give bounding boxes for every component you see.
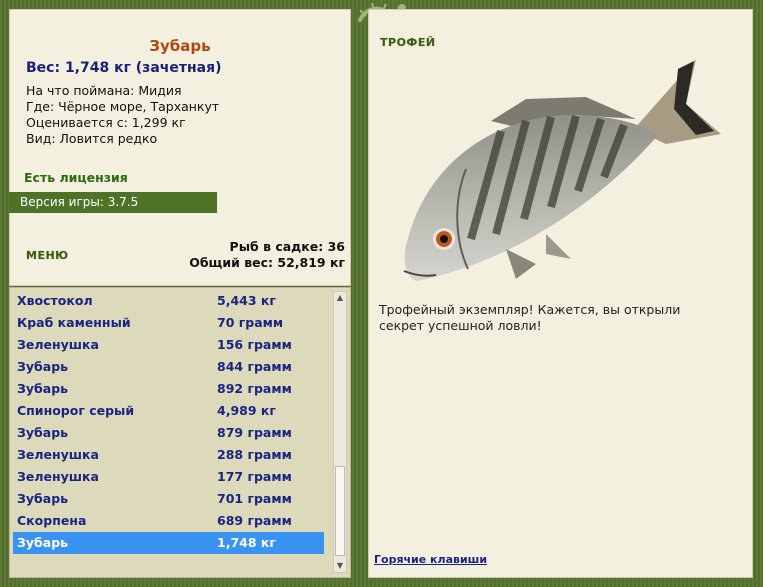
list-scrollbar[interactable]: ▲ ▼ (333, 291, 347, 573)
catch-row[interactable]: Зубарь 892 грамм (13, 378, 324, 400)
catch-fish-weight: 156 грамм (217, 337, 292, 352)
place-info: Где: Чёрное море, Тарханкут (26, 99, 220, 114)
scroll-thumb[interactable] (335, 466, 345, 556)
scroll-up-icon[interactable]: ▲ (333, 291, 347, 305)
keepnet-stats: Рыб в садке: 36 Общий вес: 52,819 кг (189, 239, 345, 271)
catch-fish-name: Спинорог серый (17, 403, 135, 418)
catch-fish-weight: 177 грамм (217, 469, 292, 484)
catch-row[interactable]: Спинорог серый 4,989 кг (13, 400, 324, 422)
catch-fish-name: Зеленушка (17, 337, 99, 352)
scroll-down-icon[interactable]: ▼ (333, 559, 347, 573)
trophy-title: ТРОФЕЙ (380, 36, 436, 49)
catch-fish-weight: 892 грамм (217, 381, 292, 396)
catch-fish-weight: 5,443 кг (217, 293, 276, 308)
catch-fish-name: Зубарь (17, 535, 69, 550)
catch-fish-name: Зубарь (17, 359, 69, 374)
catch-fish-name: Зеленушка (17, 447, 99, 462)
fish-image (403, 59, 721, 281)
catch-fish-name: Зубарь (17, 425, 69, 440)
catch-row[interactable]: Зубарь 879 грамм (13, 422, 324, 444)
catch-fish-name: Хвостокол (17, 293, 93, 308)
catch-fish-weight: 288 грамм (217, 447, 292, 462)
kind-info: Вид: Ловится редко (26, 131, 158, 146)
license-status: Есть лицензия (24, 170, 128, 185)
catch-fish-weight: 70 грамм (217, 315, 284, 330)
fish-name: Зубарь (149, 37, 211, 55)
catch-row[interactable]: Зубарь 701 грамм (13, 488, 324, 510)
fish-weight: Вес: 1,748 кг (зачетная) (26, 60, 222, 76)
menu-button[interactable]: МЕНЮ (26, 249, 69, 262)
catch-fish-name: Краб каменный (17, 315, 131, 330)
hotkeys-link[interactable]: Горячие клавиши (374, 553, 487, 566)
catch-fish-name: Зубарь (17, 491, 69, 506)
catch-row[interactable]: Зеленушка 156 грамм (13, 334, 324, 356)
catch-fish-weight: 4,989 кг (217, 403, 276, 418)
catch-row[interactable]: Хвостокол 5,443 кг (13, 290, 324, 312)
catch-fish-weight: 1,748 кг (217, 535, 276, 550)
catch-list: Хвостокол 5,443 кг Краб каменный 70 грамм Зе… (13, 290, 324, 554)
trophy-panel: ТРОФЕЙ Трофейный экземпляр! Кажется, вы … (368, 9, 753, 578)
catch-fish-name: Зеленушка (17, 469, 99, 484)
catch-row[interactable]: Скорпена 689 грамм (13, 510, 324, 532)
fish-info-panel: Зубарь Вес: 1,748 кг (зачетная) На что п… (9, 9, 351, 286)
catch-fish-weight: 701 грамм (217, 491, 292, 506)
fish-count: Рыб в садке: 36 (229, 239, 345, 254)
catch-row[interactable]: Зеленушка 177 грамм (13, 466, 324, 488)
catch-row[interactable]: Зубарь 844 грамм (13, 356, 324, 378)
catch-list-panel: Хвостокол 5,443 кг Краб каменный 70 грамм Зе… (9, 287, 351, 578)
version-bar: Версия игры: 3.7.5 (9, 192, 217, 213)
value-info: Оценивается с: 1,299 кг (26, 115, 186, 130)
catch-row[interactable]: Зеленушка 288 грамм (13, 444, 324, 466)
catch-row[interactable]: Зубарь 1,748 кг (13, 532, 324, 554)
catch-row[interactable]: Краб каменный 70 грамм (13, 312, 324, 334)
catch-fish-weight: 879 грамм (217, 425, 292, 440)
catch-fish-name: Зубарь (17, 381, 69, 396)
total-weight: Общий вес: 52,819 кг (189, 255, 345, 270)
catch-fish-weight: 689 грамм (217, 513, 292, 528)
trophy-message: Трофейный экземпляр! Кажется, вы открыли… (379, 302, 681, 333)
bait-info: На что поймана: Мидия (26, 83, 182, 98)
catch-fish-weight: 844 грамм (217, 359, 292, 374)
catch-fish-name: Скорпена (17, 513, 87, 528)
